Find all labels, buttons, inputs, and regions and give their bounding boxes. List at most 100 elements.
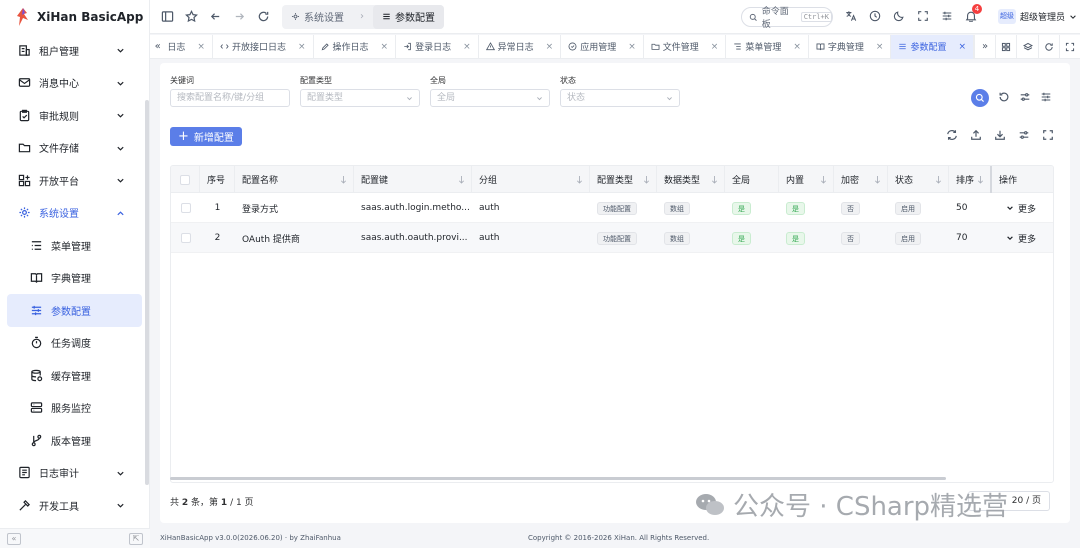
tab-close-icon[interactable]: × — [546, 42, 554, 52]
sidebar-item-task-schedule[interactable]: 任务调度 — [0, 327, 149, 360]
clock-icon[interactable] — [869, 10, 881, 22]
arrow-left-icon[interactable] — [209, 10, 222, 23]
header-select-all[interactable] — [171, 166, 200, 193]
app-logo[interactable]: XiHan BasicApp — [0, 0, 149, 34]
sidebar-item-log-audit[interactable]: 日志审计 — [0, 457, 149, 490]
tab-menu-management[interactable]: 菜单管理 × — [726, 34, 809, 59]
header-builtin[interactable]: 内置 — [779, 166, 834, 193]
select-all-checkbox[interactable] — [180, 174, 190, 185]
header-status[interactable]: 状态 — [888, 166, 949, 193]
sidebar-item-menu-management[interactable]: 菜单管理 — [0, 229, 149, 262]
tab-close-icon[interactable]: × — [793, 42, 801, 52]
row-select[interactable] — [171, 223, 200, 253]
header-data-type[interactable]: 数据类型 — [657, 166, 725, 193]
command-palette-button[interactable]: 命令面板 Ctrl+K — [741, 7, 833, 30]
tab-close-icon[interactable]: × — [381, 42, 389, 52]
collapse-sidebar-button[interactable]: « — [7, 533, 21, 545]
sidebar-item-message[interactable]: 消息中心 — [0, 67, 149, 100]
header-config-key[interactable]: 配置键 — [354, 166, 472, 193]
row-checkbox[interactable] — [180, 203, 191, 213]
sort-icon[interactable] — [711, 175, 718, 184]
tabs-layers-button[interactable] — [1016, 34, 1037, 59]
sort-icon[interactable] — [977, 175, 984, 184]
sidebar-item-tenant[interactable]: 租户管理 — [0, 34, 149, 67]
star-icon[interactable] — [185, 10, 198, 23]
sidebar-item-dictionary[interactable]: 字典管理 — [0, 262, 149, 295]
tabs-scroll-left-button[interactable]: « — [150, 35, 165, 59]
tab-close-icon[interactable]: × — [711, 42, 719, 52]
tab-close-icon[interactable]: × — [958, 42, 966, 52]
sidebar-item-approval[interactable]: 审批规则 — [0, 99, 149, 132]
table-row[interactable]: 1 登录方式 saas.auth.login.metho... auth 功能配… — [171, 193, 1053, 223]
fullscreen-icon[interactable] — [917, 10, 929, 22]
sort-icon[interactable] — [935, 175, 942, 184]
translate-icon[interactable] — [845, 10, 857, 22]
tab-close-icon[interactable]: × — [463, 42, 471, 52]
tab-parameter-config[interactable]: 参数配置 × — [891, 34, 975, 59]
sort-icon[interactable] — [820, 175, 827, 184]
sidebar-item-cache[interactable]: 缓存管理 — [0, 359, 149, 392]
table-horizontal-scrollbar[interactable] — [170, 477, 946, 480]
sidebar-item-system-settings[interactable]: 系统设置 — [0, 197, 149, 230]
keyword-input[interactable]: 搜索配置名称/键/分组 — [170, 89, 290, 107]
more-actions-button[interactable]: 更多 — [1006, 202, 1036, 215]
header-config-name[interactable]: 配置名称 — [235, 166, 354, 193]
sidebar-item-parameter-config[interactable]: 参数配置 — [7, 294, 142, 327]
sort-icon[interactable] — [643, 175, 650, 184]
config-type-select[interactable]: 配置类型 — [300, 89, 420, 107]
row-checkbox[interactable] — [180, 233, 191, 243]
table-row[interactable]: 2 OAuth 提供商 saas.auth.oauth.provi... aut… — [171, 223, 1053, 253]
tab-exception-log[interactable]: 异常日志 × — [479, 34, 562, 59]
sidebar-item-open-platform[interactable]: 开放平台 — [0, 164, 149, 197]
global-select[interactable]: 全局 — [430, 89, 550, 107]
tabs-grid-button[interactable] — [995, 34, 1016, 59]
tab-close-icon[interactable]: × — [876, 42, 884, 52]
tab-open-api-log[interactable]: 开放接口日志 × — [213, 34, 314, 59]
add-config-button[interactable]: + 新增配置 — [170, 127, 242, 146]
refresh-icon[interactable] — [946, 129, 958, 141]
user-menu[interactable]: 超级 超级管理员 — [998, 9, 1077, 24]
tab-log[interactable]: 日志 × — [165, 34, 213, 59]
tabs-fullscreen-button[interactable] — [1058, 34, 1080, 59]
notification-button[interactable]: 4 — [965, 4, 982, 25]
tab-operation-log[interactable]: 操作日志 × — [314, 34, 397, 59]
more-actions-button[interactable]: 更多 — [1006, 232, 1036, 245]
sidebar-item-service-monitor[interactable]: 服务监控 — [0, 392, 149, 425]
download-icon[interactable] — [994, 129, 1006, 141]
sort-icon[interactable] — [874, 175, 881, 184]
sidebar-item-version[interactable]: 版本管理 — [0, 424, 149, 457]
header-encrypted[interactable]: 加密 — [834, 166, 888, 193]
row-select[interactable] — [171, 193, 200, 223]
toggle-sidebar-icon[interactable] — [161, 10, 174, 23]
filter-columns-button[interactable] — [1040, 91, 1052, 106]
tab-app-management[interactable]: 应用管理 × — [561, 34, 644, 59]
sidebar-item-storage[interactable]: 文件存储 — [0, 132, 149, 165]
filter-settings-button[interactable] — [1019, 91, 1031, 106]
sidebar-scrollbar[interactable] — [145, 100, 149, 485]
sort-icon[interactable] — [576, 175, 583, 184]
tabs-scroll-right-button[interactable]: » — [974, 34, 995, 59]
header-group[interactable]: 分组 — [472, 166, 590, 193]
upload-icon[interactable] — [970, 129, 982, 141]
tabs-refresh-button[interactable] — [1037, 34, 1059, 59]
status-select[interactable]: 状态 — [560, 89, 680, 107]
breadcrumb-item-parameter-config[interactable]: 参数配置 — [373, 4, 444, 29]
sort-icon[interactable] — [340, 175, 347, 184]
sort-icon[interactable] — [458, 175, 465, 184]
moon-icon[interactable] — [893, 10, 905, 22]
breadcrumb-item-system-settings[interactable]: 系统设置 › — [282, 5, 373, 29]
tab-file-management[interactable]: 文件管理 × — [644, 34, 727, 59]
pin-sidebar-button[interactable]: ⇱ — [129, 533, 143, 545]
header-sort-order[interactable]: 排序 — [949, 166, 992, 193]
arrow-right-icon[interactable] — [233, 10, 246, 23]
tab-close-icon[interactable]: × — [298, 42, 306, 52]
tab-login-log[interactable]: 登录日志 × — [396, 34, 479, 59]
tab-close-icon[interactable]: × — [197, 42, 205, 52]
header-config-type[interactable]: 配置类型 — [590, 166, 657, 193]
search-button[interactable] — [971, 89, 989, 107]
settings-icon[interactable] — [941, 10, 953, 22]
toggle-icon[interactable] — [1018, 129, 1030, 141]
tab-close-icon[interactable]: × — [628, 42, 636, 52]
sidebar-item-dev-tools[interactable]: 开发工具 — [0, 489, 149, 522]
tab-dictionary[interactable]: 字典管理 × — [809, 34, 892, 59]
